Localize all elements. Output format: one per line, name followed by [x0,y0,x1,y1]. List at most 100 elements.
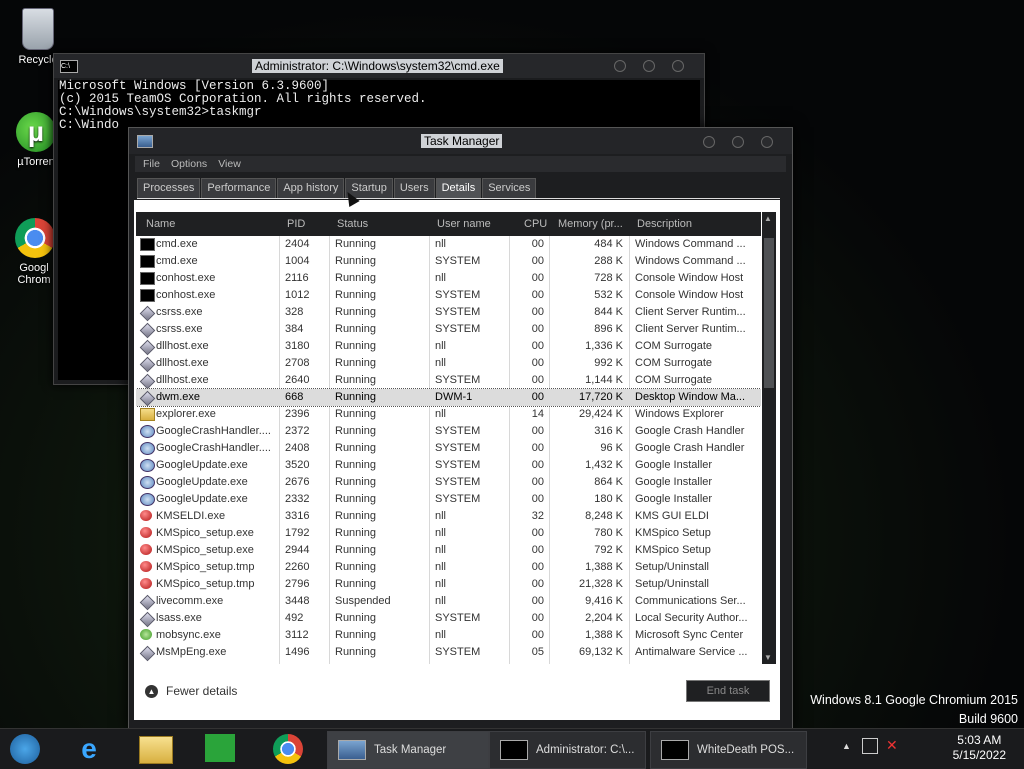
table-row[interactable]: cmd.exe 1004 Running SYSTEM 00 288 K Windows C… [136,253,761,270]
task-manager-icon [137,135,153,148]
table-row[interactable]: GoogleUpdate.exe 3520 Running SYSTEM 00 1,432… [136,457,761,474]
table-row[interactable]: mobsync.exe 3112 Running nll 00 1,388 K Micros… [136,627,761,644]
close-button[interactable] [672,60,684,72]
cell-memory: 8,248 K [585,510,623,522]
menu-file[interactable]: File [143,156,160,172]
cell-memory: 1,336 K [585,340,623,352]
clock-date: 5/15/2022 [952,748,1006,762]
network-icon[interactable] [862,738,878,754]
taskbar-item-cmd[interactable]: Administrator: C:\... [489,731,646,769]
clock[interactable]: 5:03 AM 5/15/2022 [953,733,1006,763]
close-button[interactable] [761,136,773,148]
taskbar-item-whitedeath[interactable]: WhiteDeath POS... [650,731,807,769]
end-task-button[interactable]: End task [686,680,770,702]
tab-services[interactable]: Services [482,178,537,199]
cell-description: KMS GUI ELDI [635,510,709,522]
table-row[interactable]: KMSpico_setup.tmp 2260 Running nll 00 1,388 K… [136,559,761,576]
start-orb-icon[interactable] [10,734,40,764]
minimize-button[interactable] [703,136,715,148]
cell-description: Console Window Host [635,272,744,284]
table-row[interactable]: lsass.exe 492 Running SYSTEM 00 2,204 K Local … [136,610,761,628]
table-row[interactable]: KMSpico_setup.exe 1792 Running nll 00 780 K KM… [136,525,761,542]
process-icon [139,594,156,611]
table-row[interactable]: GoogleCrashHandler.... 2408 Running SYSTEM 0… [136,440,761,457]
cell-cpu: 00 [531,476,544,488]
cell-name: KMSpico_setup.exe [156,527,254,539]
cell-memory: 1,388 K [585,629,623,641]
show-hidden-icons-chevron-icon[interactable]: ▲ [842,741,851,751]
tab-performance[interactable]: Performance [201,178,277,199]
scroll-thumb[interactable] [764,238,774,388]
column-header-cpu[interactable]: CPU [524,218,547,230]
table-row[interactable]: dllhost.exe 3180 Running nll 00 1,336 K COM Su… [136,338,761,356]
table-row[interactable]: conhost.exe 1012 Running SYSTEM 00 532 K Conso… [136,287,761,304]
maximize-button[interactable] [643,60,655,72]
table-row[interactable]: dllhost.exe 2640 Running SYSTEM 00 1,144 K COM… [136,372,761,390]
scroll-down-arrow-icon[interactable]: ▼ [764,653,772,662]
cmd-titlebar[interactable]: C:\ Administrator: C:\Windows\system32\c… [54,54,704,78]
taskbar-item-task-manager[interactable]: Task Manager [327,731,489,769]
taskbar-item-label: WhiteDeath POS... [697,744,795,756]
task-manager-title: Task Manager [421,134,503,148]
fewer-details-button[interactable]: ▲ Fewer details [145,684,238,699]
column-header-description[interactable]: Description [637,218,692,230]
cell-memory: 316 K [594,425,623,437]
console-icon [140,272,155,285]
tab-processes[interactable]: Processes [137,178,201,199]
cell-name: csrss.exe [156,306,203,318]
table-row[interactable]: dllhost.exe 2708 Running nll 00 992 K COM Surr… [136,355,761,373]
vertical-scrollbar[interactable]: ▲ ▼ [762,212,776,664]
cell-description: KMSpico Setup [635,527,711,539]
table-row[interactable]: conhost.exe 2116 Running nll 00 728 K Console … [136,270,761,287]
tab-details[interactable]: Details [435,178,482,199]
fewer-details-label: Fewer details [166,684,238,698]
column-header-name[interactable]: Name [146,218,175,230]
cell-user: nll [435,408,447,420]
cell-user: SYSTEM [435,442,481,454]
cell-memory: 180 K [594,493,623,505]
maximize-button[interactable] [732,136,744,148]
cell-description: COM Surrogate [635,340,713,352]
cell-description: Google Installer [635,476,713,488]
cell-description: KMSpico Setup [635,544,711,556]
scroll-up-arrow-icon[interactable]: ▲ [764,214,772,223]
column-header-pid[interactable]: PID [287,218,305,230]
internet-explorer-icon[interactable]: e [73,734,105,764]
cell-status: Running [335,357,376,369]
cell-pid: 3180 [285,340,310,352]
column-header-memory[interactable]: Memory (pr... [558,218,623,230]
table-row[interactable]: GoogleCrashHandler.... 2372 Running SYSTEM 0… [136,423,761,440]
cell-name: conhost.exe [156,289,216,301]
cell-name: GoogleCrashHandler.... [156,442,271,454]
table-row[interactable]: MsMpEng.exe 1496 Running SYSTEM 05 69,132 K An… [136,644,761,662]
cell-pid: 3520 [285,459,310,471]
table-row[interactable]: dwm.exe 668 Running DWM-1 00 17,720 K Desktop … [136,388,761,407]
store-icon[interactable] [205,734,235,762]
table-row[interactable]: csrss.exe 328 Running SYSTEM 00 844 K Client S… [136,304,761,322]
table-row[interactable]: KMSpico_setup.tmp 2796 Running nll 00 21,328 … [136,576,761,593]
table-row[interactable]: KMSELDI.exe 3316 Running nll 32 8,248 K KMS GU… [136,508,761,525]
cmd-window-icon: C:\ [60,60,78,73]
cell-pid: 2640 [285,374,310,386]
task-manager-window[interactable]: Task Manager File Options View Processes… [128,127,793,729]
tab-users[interactable]: Users [393,178,435,199]
menu-options[interactable]: Options [171,156,207,172]
volume-muted-icon[interactable]: ✕ [886,737,898,754]
table-row[interactable]: GoogleUpdate.exe 2676 Running SYSTEM 00 864 K… [136,474,761,491]
chrome-icon[interactable] [273,734,303,764]
minimize-button[interactable] [614,60,626,72]
console-icon [140,238,155,251]
file-explorer-icon[interactable] [139,736,173,764]
table-row[interactable]: GoogleUpdate.exe 2332 Running SYSTEM 00 180 K… [136,491,761,508]
table-row[interactable]: livecomm.exe 3448 Suspended nll 00 9,416 K Com… [136,593,761,611]
column-header-user-name[interactable]: User name [437,218,491,230]
table-row[interactable]: cmd.exe 2404 Running nll 00 484 K Windows Comm… [136,236,761,253]
table-row[interactable]: KMSpico_setup.exe 2944 Running nll 00 792 K KM… [136,542,761,559]
task-manager-titlebar[interactable]: Task Manager [129,128,792,154]
table-row[interactable]: csrss.exe 384 Running SYSTEM 00 896 K Client S… [136,321,761,339]
process-table[interactable]: Name PID Status User name CPU Memory (pr… [136,212,761,664]
menu-view[interactable]: View [218,156,241,172]
tab-app-history[interactable]: App history [277,178,345,199]
table-row[interactable]: explorer.exe 2396 Running nll 14 29,424 K Wind… [136,406,761,423]
column-header-status[interactable]: Status [337,218,368,230]
